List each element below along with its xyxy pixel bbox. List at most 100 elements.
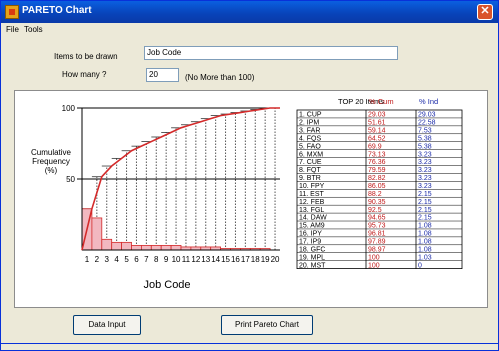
close-button[interactable]: ✕	[477, 4, 493, 20]
table-cum-value: 100	[368, 254, 380, 261]
table-cum-value: 94.65	[368, 215, 386, 222]
table-cum-value: 88.2	[368, 191, 382, 198]
table-cum-value: 96.81	[368, 231, 386, 238]
y-tick-label: 50	[66, 175, 75, 184]
menu-bar: File Tools	[1, 24, 498, 38]
x-tick-label: 3	[105, 255, 110, 264]
bar	[160, 245, 172, 251]
table-ind-value: 5.38	[418, 135, 432, 142]
table-ind-value: 1.08	[418, 246, 432, 253]
table-item-name: 20. MST	[299, 262, 326, 269]
bar	[101, 238, 113, 251]
items-label: Items to be drawn	[54, 52, 118, 61]
bar	[170, 245, 182, 251]
bar	[141, 245, 152, 251]
x-tick-label: 1	[85, 255, 90, 264]
count-hint: (No More than 100)	[185, 73, 255, 82]
x-tick-label: 20	[271, 255, 280, 264]
table-cum-value: 92.5	[368, 207, 382, 214]
table-item-name: 9. BTR	[299, 175, 321, 182]
x-tick-label: 4	[114, 255, 119, 264]
table-cum-value: 29.03	[368, 112, 386, 119]
y-axis-label-line: Frequency	[32, 157, 70, 166]
table-cum-value: 73.13	[368, 151, 386, 158]
table-cum-value: 76.36	[368, 159, 386, 166]
table-cum-value: 100	[368, 262, 380, 269]
table-item-name: 18. GFC	[299, 246, 325, 253]
table-ind-value: 0	[418, 262, 422, 269]
bar	[121, 241, 132, 251]
bar	[150, 245, 162, 251]
y-tick-label: 100	[62, 104, 76, 113]
table-item-name: 2. IPM	[299, 120, 319, 127]
table-cum-value: 86.05	[368, 183, 386, 190]
print-pareto-button[interactable]: Print Pareto Chart	[221, 315, 313, 335]
table-cum-value: 95.73	[368, 223, 386, 230]
x-tick-label: 14	[211, 255, 220, 264]
table-ind-value: 3.23	[418, 183, 432, 190]
table-ind-value: 3.23	[418, 167, 432, 174]
table-cum-value: 97.89	[368, 239, 386, 246]
table-item-name: 17. IP9	[299, 239, 321, 246]
x-tick-label: 8	[154, 255, 159, 264]
table-ind-value: 3.23	[418, 159, 432, 166]
table-ind-value: 1.08	[418, 223, 432, 230]
table-item-name: 19. MPL	[299, 254, 325, 261]
count-input[interactable]: 20	[146, 68, 179, 82]
table-item-name: 13. FGL	[299, 207, 324, 214]
table-ind-value: 22.58	[418, 120, 436, 127]
table-ind-value: 3.23	[418, 175, 432, 182]
x-tick-label: 15	[221, 255, 230, 264]
chart-panel: 50 100 1 2 3 4 5 6 7 8 9 10 11 12 13 14 15 16 17 18 19 20 Job …	[14, 90, 488, 308]
table-ind-value: 7.53	[418, 127, 432, 134]
table-item-name: 8. FQT	[299, 167, 322, 174]
x-tick-label: 10	[172, 255, 181, 264]
x-tick-label: 18	[251, 255, 260, 264]
table-ind-value: 29.03	[418, 112, 436, 119]
x-tick-label: 6	[134, 255, 139, 264]
bottom-border	[1, 343, 498, 344]
table-item-name: 4. FQS	[299, 135, 322, 142]
table-cum-value: 82.82	[368, 175, 386, 182]
table-ind-value: 2.15	[418, 215, 432, 222]
table-item-name: 5. FAO	[299, 143, 321, 150]
table-item-name: 11. EST	[299, 191, 324, 198]
title-bar[interactable]: PARETO Chart ✕	[1, 1, 498, 23]
window-title: PARETO Chart	[22, 5, 92, 16]
table-ind-value: 2.15	[418, 207, 432, 214]
x-tick-label: 19	[261, 255, 270, 264]
table-ind-value: 2.15	[418, 191, 432, 198]
table-ind-value: 1.08	[418, 239, 432, 246]
y-axis-label-line: Cumulative	[31, 148, 72, 157]
table-cum-value: 64.52	[368, 135, 386, 142]
x-tick-label: 2	[95, 255, 100, 264]
data-input-button[interactable]: Data Input	[73, 315, 141, 335]
table-cum-value: 90.35	[368, 199, 386, 206]
table-col-ind: % Ind	[419, 97, 438, 106]
x-tick-label: 9	[164, 255, 169, 264]
x-tick-label: 16	[231, 255, 240, 264]
table-col-cum: % Cum	[369, 97, 394, 106]
pareto-window: PARETO Chart ✕ File Tools Items to be dr…	[0, 0, 499, 351]
table-cum-value: 79.59	[368, 167, 386, 174]
table-item-name: 14. DAW	[299, 215, 327, 222]
y-axis-label-line: (%)	[45, 166, 58, 175]
x-tick-label: 5	[124, 255, 129, 264]
table-ind-value: 5.38	[418, 143, 432, 150]
table-cum-value: 69.9	[368, 143, 382, 150]
menu-tools[interactable]: Tools	[24, 25, 43, 34]
table-item-name: 3. FAR	[299, 127, 320, 134]
table-item-name: 16. IPY	[299, 231, 322, 238]
table-ind-value: 1.03	[418, 254, 432, 261]
app-icon	[5, 5, 19, 19]
bar	[111, 241, 122, 251]
table-item-name: 15. AM9	[299, 223, 325, 230]
table-cum-value: 59.14	[368, 127, 386, 134]
x-tick-label: 13	[201, 255, 210, 264]
count-label: How many ?	[62, 70, 107, 79]
items-input[interactable]: Job Code	[144, 46, 398, 60]
x-tick-label: 12	[191, 255, 200, 264]
pareto-chart: 501001 2 3 4 5 6 7 8 9 10 11 12 13 14 15 16 17 18 19 20Job …	[31, 97, 463, 291]
menu-file[interactable]: File	[6, 25, 19, 34]
table-item-name: 6. MXM	[299, 151, 323, 158]
